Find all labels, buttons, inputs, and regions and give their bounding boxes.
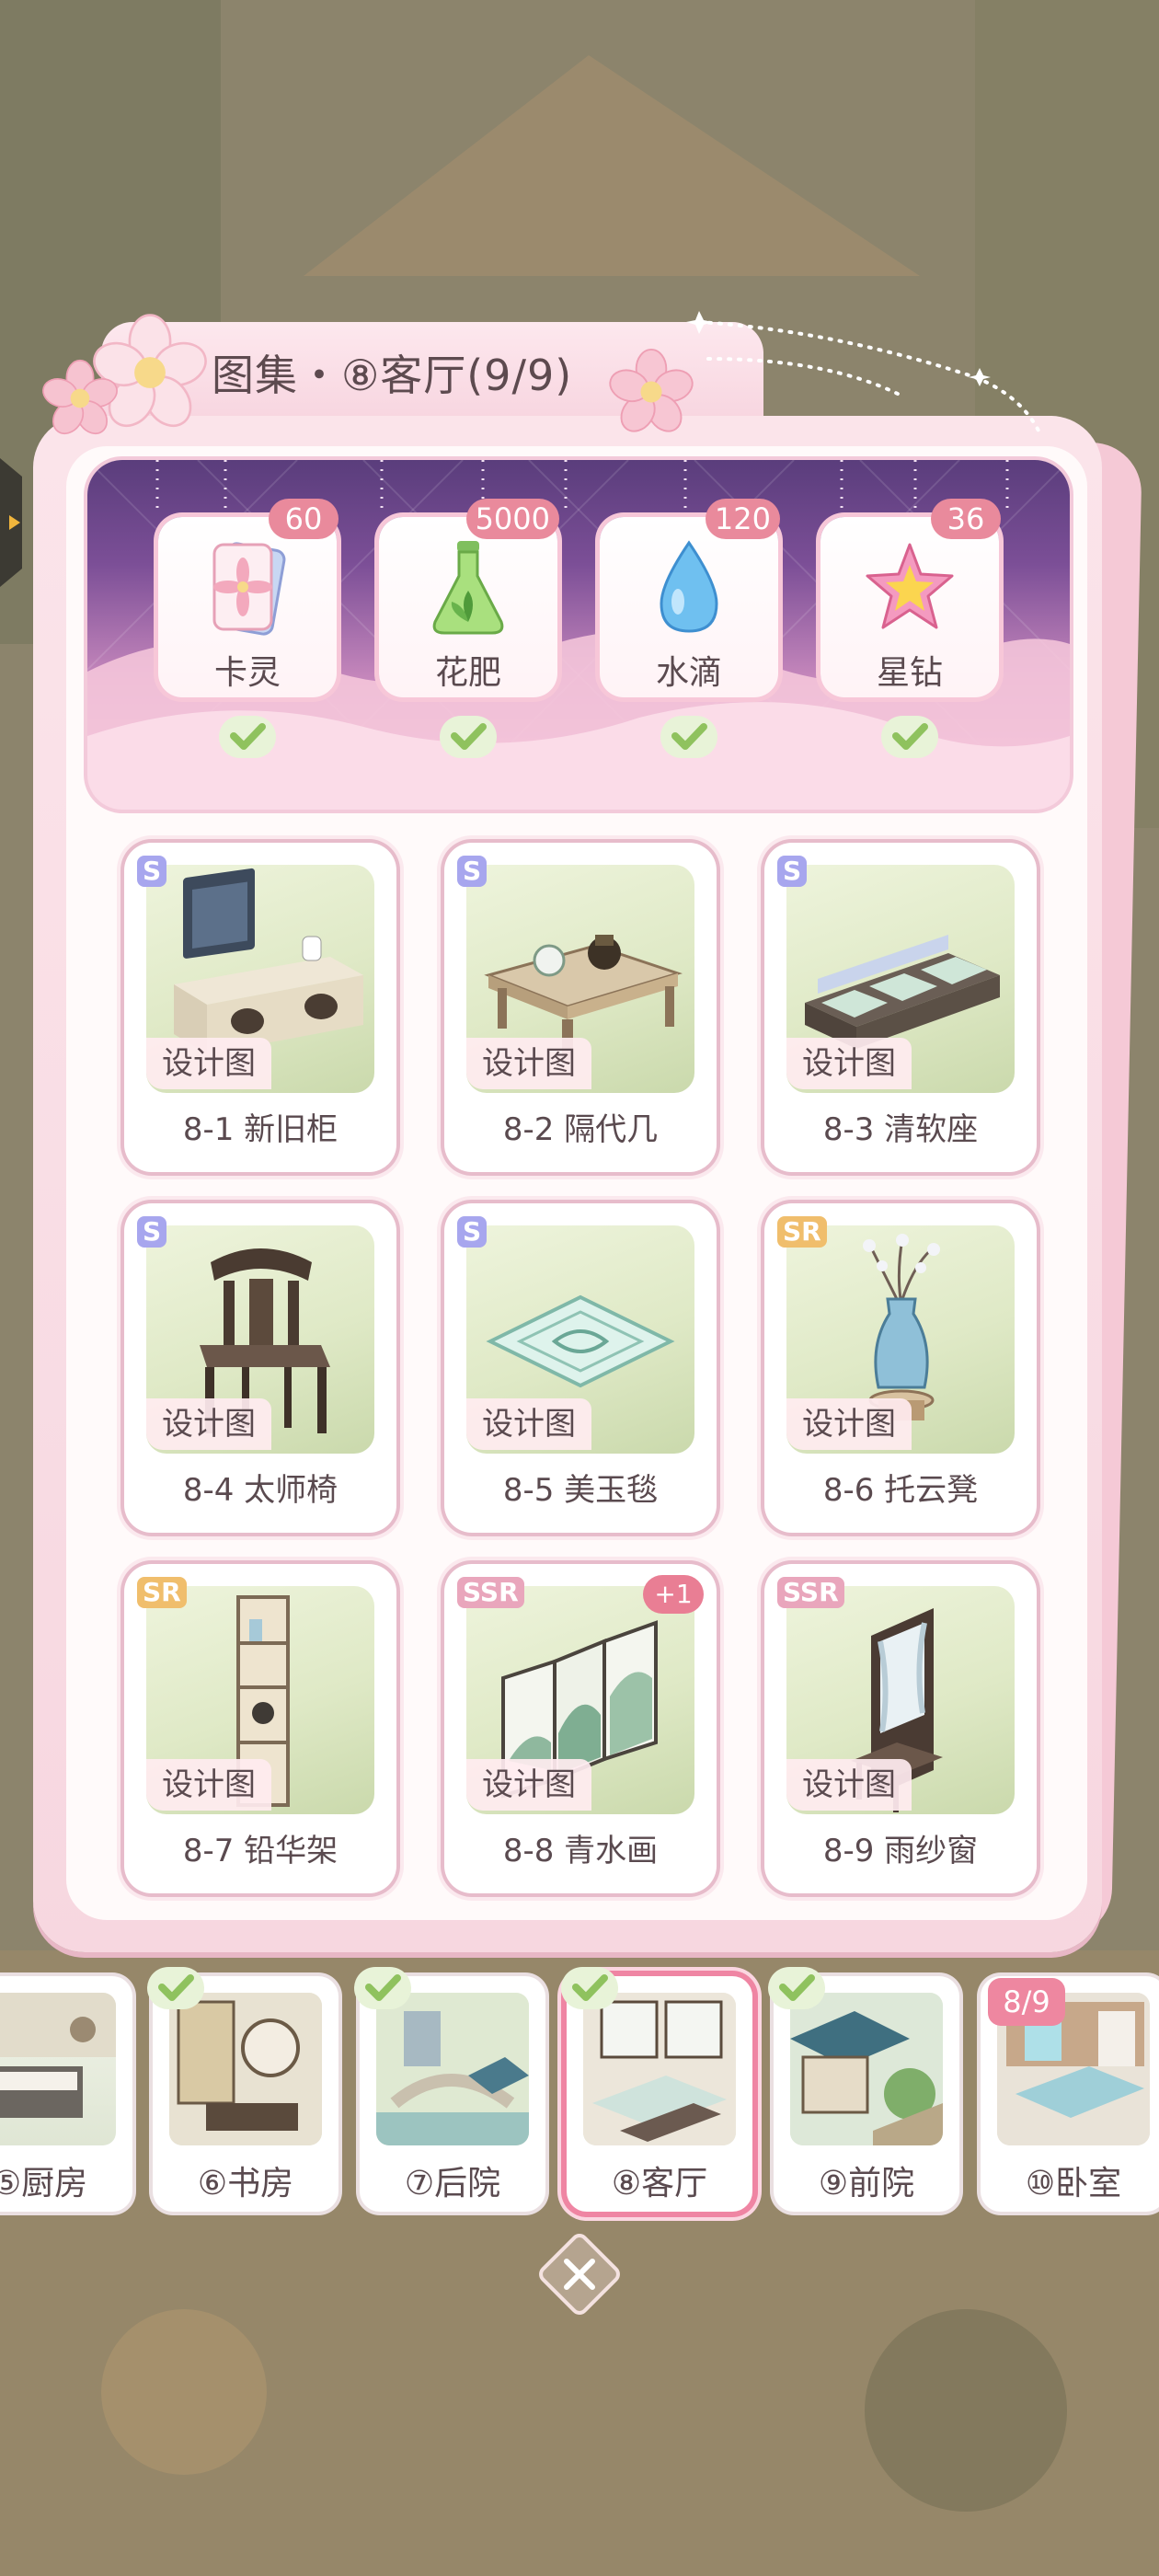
reward-count-badge: 120 <box>705 499 780 539</box>
reward-card-kaling[interactable]: 卡灵 60 <box>158 499 339 697</box>
room-label: ⑤厨房 <box>0 2165 88 2202</box>
room-label: ⑧客厅 <box>611 2165 708 2202</box>
room-tab-front-yard[interactable]: ⑨前院 <box>768 1967 959 2212</box>
blueprint-tag: 设计图 <box>146 1398 271 1450</box>
room-tab-backyard[interactable]: ⑦后院 <box>354 1967 545 2212</box>
room-thumbnail <box>790 1993 943 2145</box>
room-thumbnail <box>583 1993 736 2145</box>
extra-count-badge: +1 <box>643 1575 704 1614</box>
rarity-badge: S <box>457 856 488 887</box>
page-title: 图集・⑧客厅(9/9) <box>212 351 573 400</box>
claimed-check-icon <box>219 716 276 758</box>
room-complete-check-icon <box>354 1967 411 2009</box>
room-tab-kitchen[interactable]: ⑤厨房 <box>0 1976 132 2212</box>
item-name: 8-1 新旧柜 <box>182 1111 339 1148</box>
claimed-check-icon <box>881 716 938 758</box>
claimed-check-icon <box>440 716 497 758</box>
fertilizer-flask-icon <box>432 541 504 635</box>
water-drop-icon <box>660 540 718 633</box>
reward-name: 星钻 <box>876 654 943 692</box>
room-tab-bedroom[interactable]: 8/9 ⑩卧室 <box>981 1976 1159 2212</box>
star-chain-decoration <box>686 311 1041 434</box>
blueprint-tag: 设计图 <box>786 1398 912 1450</box>
reward-card-huafei[interactable]: 花肥 5000 <box>379 499 559 697</box>
blueprint-tag: 设计图 <box>466 1759 591 1811</box>
claimed-check-icon <box>660 716 717 758</box>
room-thumbnail <box>376 1993 529 2145</box>
reward-name: 花肥 <box>434 654 501 692</box>
reward-name: 水滴 <box>655 654 722 692</box>
item-card-8-1[interactable]: S 设计图 8-1 新旧柜 <box>124 843 396 1172</box>
room-label: ⑩卧室 <box>1025 2165 1122 2202</box>
blueprint-tag: 设计图 <box>786 1038 912 1089</box>
blueprint-tag: 设计图 <box>466 1038 591 1089</box>
item-card-8-5[interactable]: S 设计图 8-5 美玉毯 <box>444 1203 717 1533</box>
item-name: 8-4 太师椅 <box>182 1472 339 1509</box>
close-button[interactable] <box>534 2228 625 2320</box>
reward-card-xingzuan[interactable]: 星钻 36 <box>820 499 1001 697</box>
item-name: 8-9 雨纱窗 <box>822 1833 979 1869</box>
reward-count-badge: 36 <box>931 499 1001 539</box>
star-diamond-icon <box>866 543 954 629</box>
rarity-badge: S <box>457 1216 488 1248</box>
blueprint-tag: 设计图 <box>786 1759 912 1811</box>
reward-card-shuidi[interactable]: 水滴 120 <box>600 499 780 697</box>
item-name: 8-5 美玉毯 <box>502 1472 659 1509</box>
rarity-badge: S <box>137 1216 167 1248</box>
rarity-badge: SR <box>777 1216 827 1248</box>
rarity-badge: S <box>777 856 808 887</box>
room-label: ⑨前院 <box>818 2165 915 2202</box>
item-name: 8-6 托云凳 <box>822 1472 979 1509</box>
item-name: 8-3 清软座 <box>822 1111 979 1148</box>
blueprint-tag: 设计图 <box>146 1038 271 1089</box>
room-thumbnail <box>169 1993 322 2145</box>
blueprint-tag: 设计图 <box>146 1759 271 1811</box>
item-card-8-9[interactable]: SSR 设计图 8-9 雨纱窗 <box>764 1564 1037 1893</box>
blueprint-tag: 设计图 <box>466 1398 591 1450</box>
sakura-flower-icon <box>42 359 118 435</box>
room-tab-living-room[interactable]: ⑧客厅 <box>561 1967 752 2212</box>
reward-name: 卡灵 <box>213 654 281 692</box>
item-card-8-7[interactable]: SR 设计图 8-7 铅华架 <box>124 1564 396 1893</box>
room-thumbnail <box>0 1993 116 2145</box>
item-card-8-8[interactable]: SSR +1 设计图 8-8 青水画 <box>444 1564 717 1893</box>
room-label: ⑦后院 <box>404 2165 501 2202</box>
rarity-badge: S <box>137 856 167 887</box>
rarity-badge: SSR <box>777 1577 844 1608</box>
room-complete-check-icon <box>768 1967 825 2009</box>
item-card-8-6[interactable]: SR 设计图 8-6 托云凳 <box>764 1203 1037 1533</box>
reward-count-badge: 5000 <box>465 499 559 539</box>
room-complete-check-icon <box>147 1967 204 2009</box>
rarity-badge: SR <box>137 1577 187 1608</box>
room-label: ⑥书房 <box>197 2165 294 2202</box>
item-name: 8-2 隔代几 <box>502 1111 659 1148</box>
item-card-8-4[interactable]: S 设计图 8-4 太师椅 <box>124 1203 396 1533</box>
item-name: 8-8 青水画 <box>502 1833 659 1869</box>
item-card-8-3[interactable]: S 设计图 8-3 清软座 <box>764 843 1037 1172</box>
rarity-badge: SSR <box>457 1577 524 1608</box>
item-card-8-2[interactable]: S 设计图 8-2 隔代几 <box>444 843 717 1172</box>
room-progress-badge: 8/9 <box>988 1978 1065 2026</box>
card-icon <box>212 542 286 636</box>
room-complete-check-icon <box>561 1967 618 2009</box>
item-name: 8-7 铅华架 <box>182 1833 339 1869</box>
room-tab-study[interactable]: ⑥书房 <box>147 1967 339 2212</box>
reward-count-badge: 60 <box>269 499 339 539</box>
